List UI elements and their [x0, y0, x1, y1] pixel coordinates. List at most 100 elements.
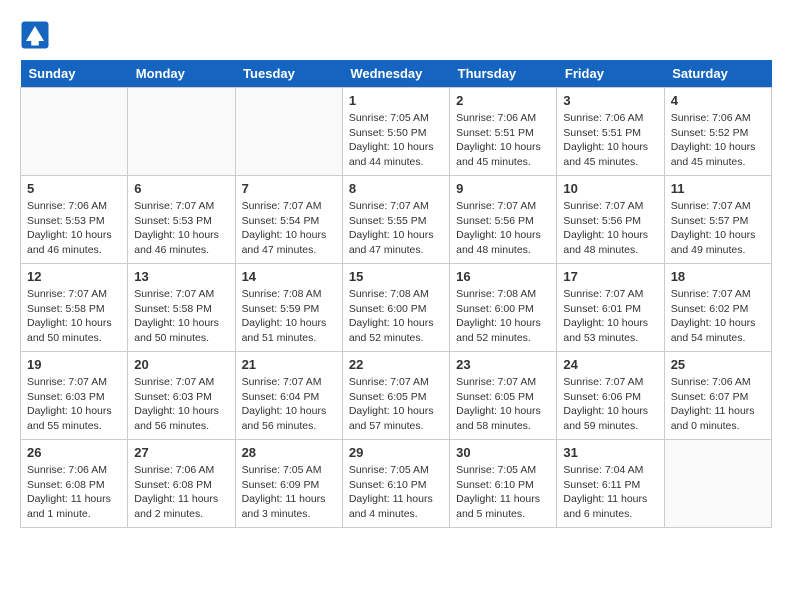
- day-number: 27: [134, 445, 228, 460]
- calendar-day-empty: [664, 440, 771, 528]
- day-info: Sunrise: 7:08 AM Sunset: 6:00 PM Dayligh…: [349, 287, 443, 346]
- day-info: Sunrise: 7:06 AM Sunset: 5:51 PM Dayligh…: [563, 111, 657, 170]
- page-header: [20, 20, 772, 50]
- calendar-day-18: 18 Sunrise: 7:07 AM Sunset: 6:02 PM Dayli…: [664, 264, 771, 352]
- day-info: Sunrise: 7:06 AM Sunset: 5:52 PM Dayligh…: [671, 111, 765, 170]
- logo: [20, 20, 52, 50]
- calendar-day-14: 14Sunrise: 7:08 AM Sunset: 5:59 PM Dayli…: [235, 264, 342, 352]
- day-info: Sunrise: 7:08 AM Sunset: 6:00 PM Dayligh…: [456, 287, 550, 346]
- day-info: Sunrise: 7:05 AM Sunset: 6:09 PM Dayligh…: [242, 463, 336, 522]
- weekday-header-sunday: Sunday: [21, 60, 128, 88]
- calendar-day-empty: [235, 88, 342, 176]
- calendar-day-24: 24 Sunrise: 7:07 AM Sunset: 6:06 PM Dayli…: [557, 352, 664, 440]
- day-number: 6: [134, 181, 228, 196]
- calendar-day-20: 20Sunrise: 7:07 AM Sunset: 6:03 PM Dayli…: [128, 352, 235, 440]
- calendar-day-26: 26Sunrise: 7:06 AM Sunset: 6:08 PM Dayli…: [21, 440, 128, 528]
- day-number: 30: [456, 445, 550, 460]
- calendar-day-22: 22Sunrise: 7:07 AM Sunset: 6:05 PM Dayli…: [342, 352, 449, 440]
- calendar-day-3: 3Sunrise: 7:06 AM Sunset: 5:51 PM Daylig…: [557, 88, 664, 176]
- day-info: Sunrise: 7:07 AM Sunset: 5:56 PM Dayligh…: [456, 199, 550, 258]
- weekday-header-wednesday: Wednesday: [342, 60, 449, 88]
- calendar-day-19: 19Sunrise: 7:07 AM Sunset: 6:03 PM Dayli…: [21, 352, 128, 440]
- calendar-day-11: 11 Sunrise: 7:07 AM Sunset: 5:57 PM Dayli…: [664, 176, 771, 264]
- day-number: 29: [349, 445, 443, 460]
- day-info: Sunrise: 7:06 AM Sunset: 6:07 PM Dayligh…: [671, 375, 765, 434]
- day-info: Sunrise: 7:07 AM Sunset: 6:02 PM Dayligh…: [671, 287, 765, 346]
- calendar-day-30: 30 Sunrise: 7:05 AM Sunset: 6:10 PM Dayli…: [450, 440, 557, 528]
- day-info: Sunrise: 7:07 AM Sunset: 5:58 PM Dayligh…: [27, 287, 121, 346]
- calendar-day-13: 13 Sunrise: 7:07 AM Sunset: 5:58 PM Dayli…: [128, 264, 235, 352]
- day-number: 24: [563, 357, 657, 372]
- day-info: Sunrise: 7:07 AM Sunset: 5:56 PM Dayligh…: [563, 199, 657, 258]
- calendar-day-16: 16 Sunrise: 7:08 AM Sunset: 6:00 PM Dayli…: [450, 264, 557, 352]
- day-number: 17: [563, 269, 657, 284]
- calendar-day-25: 25 Sunrise: 7:06 AM Sunset: 6:07 PM Dayli…: [664, 352, 771, 440]
- calendar-day-8: 8 Sunrise: 7:07 AM Sunset: 5:55 PM Daylig…: [342, 176, 449, 264]
- calendar-day-5: 5Sunrise: 7:06 AM Sunset: 5:53 PM Daylig…: [21, 176, 128, 264]
- day-number: 28: [242, 445, 336, 460]
- calendar-day-21: 21 Sunrise: 7:07 AM Sunset: 6:04 PM Dayli…: [235, 352, 342, 440]
- calendar-week-row: 1 Sunrise: 7:05 AM Sunset: 5:50 PM Daylig…: [21, 88, 772, 176]
- calendar-day-12: 12Sunrise: 7:07 AM Sunset: 5:58 PM Dayli…: [21, 264, 128, 352]
- day-number: 13: [134, 269, 228, 284]
- day-info: Sunrise: 7:07 AM Sunset: 5:58 PM Dayligh…: [134, 287, 228, 346]
- day-info: Sunrise: 7:07 AM Sunset: 5:55 PM Dayligh…: [349, 199, 443, 258]
- day-number: 10: [563, 181, 657, 196]
- day-number: 16: [456, 269, 550, 284]
- calendar-day-1: 1 Sunrise: 7:05 AM Sunset: 5:50 PM Daylig…: [342, 88, 449, 176]
- calendar-day-15: 15Sunrise: 7:08 AM Sunset: 6:00 PM Dayli…: [342, 264, 449, 352]
- day-number: 22: [349, 357, 443, 372]
- calendar-day-28: 28 Sunrise: 7:05 AM Sunset: 6:09 PM Dayli…: [235, 440, 342, 528]
- weekday-header-thursday: Thursday: [450, 60, 557, 88]
- calendar-day-29: 29 Sunrise: 7:05 AM Sunset: 6:10 PM Dayli…: [342, 440, 449, 528]
- day-info: Sunrise: 7:04 AM Sunset: 6:11 PM Dayligh…: [563, 463, 657, 522]
- calendar-day-31: 31 Sunrise: 7:04 AM Sunset: 6:11 PM Dayli…: [557, 440, 664, 528]
- calendar-day-27: 27 Sunrise: 7:06 AM Sunset: 6:08 PM Dayli…: [128, 440, 235, 528]
- day-info: Sunrise: 7:06 AM Sunset: 6:08 PM Dayligh…: [134, 463, 228, 522]
- day-number: 31: [563, 445, 657, 460]
- day-number: 9: [456, 181, 550, 196]
- day-info: Sunrise: 7:07 AM Sunset: 5:53 PM Dayligh…: [134, 199, 228, 258]
- calendar-day-6: 6 Sunrise: 7:07 AM Sunset: 5:53 PM Daylig…: [128, 176, 235, 264]
- calendar-table: SundayMondayTuesdayWednesdayThursdayFrid…: [20, 60, 772, 528]
- calendar-day-2: 2 Sunrise: 7:06 AM Sunset: 5:51 PM Daylig…: [450, 88, 557, 176]
- calendar-week-row: 26Sunrise: 7:06 AM Sunset: 6:08 PM Dayli…: [21, 440, 772, 528]
- day-info: Sunrise: 7:07 AM Sunset: 6:04 PM Dayligh…: [242, 375, 336, 434]
- calendar-week-row: 12Sunrise: 7:07 AM Sunset: 5:58 PM Dayli…: [21, 264, 772, 352]
- calendar-day-7: 7 Sunrise: 7:07 AM Sunset: 5:54 PM Daylig…: [235, 176, 342, 264]
- day-number: 18: [671, 269, 765, 284]
- day-info: Sunrise: 7:07 AM Sunset: 5:57 PM Dayligh…: [671, 199, 765, 258]
- day-info: Sunrise: 7:07 AM Sunset: 6:06 PM Dayligh…: [563, 375, 657, 434]
- day-info: Sunrise: 7:08 AM Sunset: 5:59 PM Dayligh…: [242, 287, 336, 346]
- weekday-header-row: SundayMondayTuesdayWednesdayThursdayFrid…: [21, 60, 772, 88]
- calendar-day-17: 17 Sunrise: 7:07 AM Sunset: 6:01 PM Dayli…: [557, 264, 664, 352]
- day-info: Sunrise: 7:07 AM Sunset: 5:54 PM Dayligh…: [242, 199, 336, 258]
- calendar-day-10: 10 Sunrise: 7:07 AM Sunset: 5:56 PM Dayli…: [557, 176, 664, 264]
- weekday-header-tuesday: Tuesday: [235, 60, 342, 88]
- calendar-week-row: 19Sunrise: 7:07 AM Sunset: 6:03 PM Dayli…: [21, 352, 772, 440]
- day-number: 25: [671, 357, 765, 372]
- calendar-day-empty: [128, 88, 235, 176]
- day-info: Sunrise: 7:06 AM Sunset: 5:51 PM Dayligh…: [456, 111, 550, 170]
- weekday-header-friday: Friday: [557, 60, 664, 88]
- day-info: Sunrise: 7:07 AM Sunset: 6:01 PM Dayligh…: [563, 287, 657, 346]
- day-info: Sunrise: 7:05 AM Sunset: 5:50 PM Dayligh…: [349, 111, 443, 170]
- day-number: 8: [349, 181, 443, 196]
- day-number: 1: [349, 93, 443, 108]
- calendar-week-row: 5Sunrise: 7:06 AM Sunset: 5:53 PM Daylig…: [21, 176, 772, 264]
- day-number: 2: [456, 93, 550, 108]
- day-info: Sunrise: 7:07 AM Sunset: 6:03 PM Dayligh…: [27, 375, 121, 434]
- day-number: 11: [671, 181, 765, 196]
- weekday-header-saturday: Saturday: [664, 60, 771, 88]
- day-number: 5: [27, 181, 121, 196]
- calendar-day-4: 4Sunrise: 7:06 AM Sunset: 5:52 PM Daylig…: [664, 88, 771, 176]
- weekday-header-monday: Monday: [128, 60, 235, 88]
- day-info: Sunrise: 7:07 AM Sunset: 6:05 PM Dayligh…: [456, 375, 550, 434]
- day-number: 21: [242, 357, 336, 372]
- day-number: 23: [456, 357, 550, 372]
- logo-icon: [20, 20, 50, 50]
- day-number: 7: [242, 181, 336, 196]
- day-info: Sunrise: 7:05 AM Sunset: 6:10 PM Dayligh…: [456, 463, 550, 522]
- day-info: Sunrise: 7:05 AM Sunset: 6:10 PM Dayligh…: [349, 463, 443, 522]
- calendar-day-23: 23 Sunrise: 7:07 AM Sunset: 6:05 PM Dayli…: [450, 352, 557, 440]
